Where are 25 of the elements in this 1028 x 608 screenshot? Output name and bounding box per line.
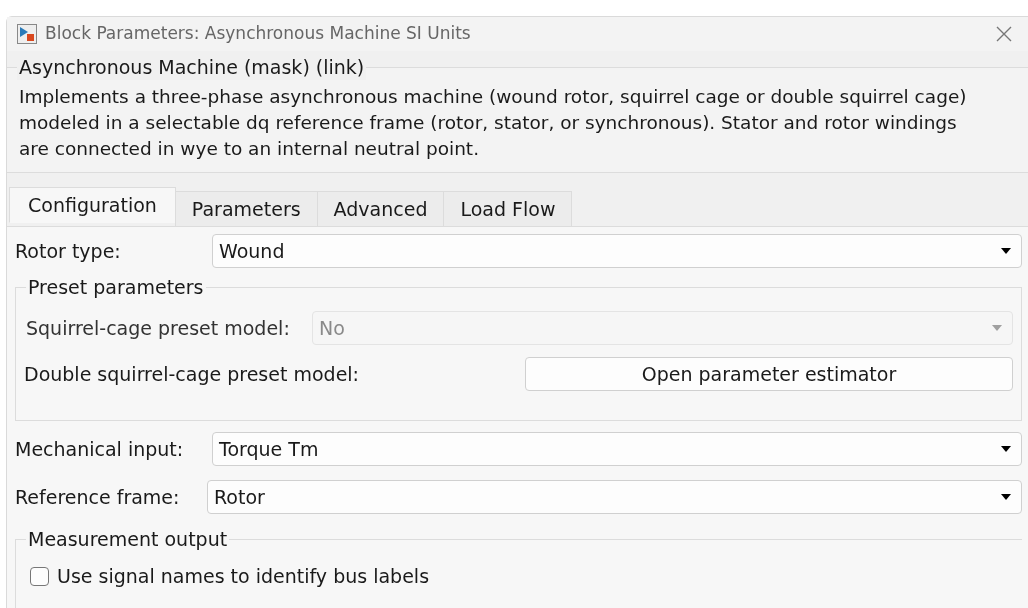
dropdown-caret-icon xyxy=(1001,494,1011,500)
field-label: Squirrel-cage preset model: xyxy=(26,315,291,341)
dropdown[interactable]: Wound xyxy=(212,234,1022,268)
description-line: are connected in wye to an internal neutral point. xyxy=(19,137,480,161)
dropdown[interactable]: Rotor xyxy=(207,480,1022,514)
dropdown-caret-icon xyxy=(1001,446,1011,452)
open-estimator-button[interactable]: Open parameter estimator xyxy=(525,357,1013,391)
app-icon xyxy=(17,24,37,44)
dropdown-caret-icon xyxy=(1001,248,1011,254)
dropdown-caret-icon xyxy=(992,325,1002,331)
field-label: Mechanical input: xyxy=(15,436,185,462)
close-icon[interactable] xyxy=(996,26,1012,42)
checkbox-label: Use signal names to identify bus labels xyxy=(57,564,430,589)
checkbox[interactable] xyxy=(30,566,49,586)
dropdown[interactable]: Torque Tm xyxy=(212,432,1022,466)
tab[interactable]: Configuration xyxy=(9,187,176,223)
field-label: Reference frame: xyxy=(15,484,181,510)
tab[interactable]: Advanced xyxy=(316,191,445,227)
description-line: modeled in a selectable dq reference frame (rotor, stator, or synchronous). Stator and rotor windings xyxy=(19,111,958,135)
description-line: Implements a three-phase asynchronous machine (wound rotor, squirrel cage or double squirrel cage) xyxy=(19,85,968,109)
tab[interactable]: Load Flow xyxy=(443,191,573,227)
field-label: Rotor type: xyxy=(15,238,122,264)
tab[interactable]: Parameters xyxy=(174,191,318,227)
window-title: Block Parameters: Asynchronous Machine SI Units xyxy=(45,22,471,46)
field-label: Double squirrel-cage preset model: xyxy=(24,361,360,387)
